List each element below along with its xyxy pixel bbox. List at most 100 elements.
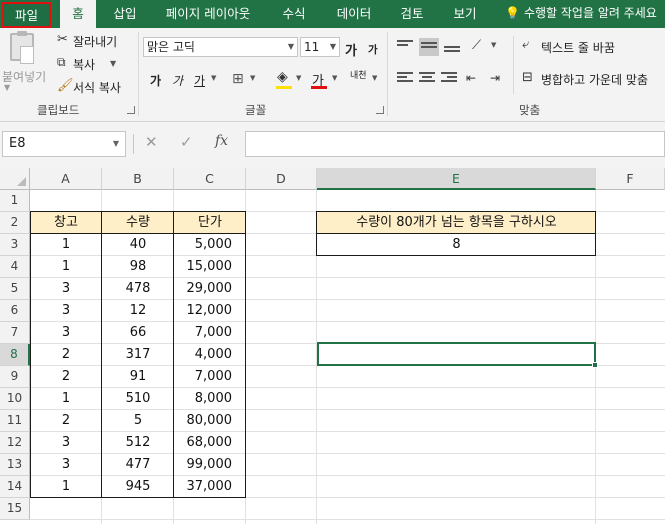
table-cell[interactable]: 1	[30, 234, 102, 256]
table-cell[interactable]: 3	[30, 322, 102, 344]
table-cell[interactable]: 2	[30, 410, 102, 432]
align-bottom-icon[interactable]	[444, 42, 460, 54]
tab-data[interactable]: 데이터	[326, 0, 382, 28]
table-cell[interactable]: 40	[102, 234, 174, 256]
phonetic-dropdown-icon[interactable]: ▼	[372, 75, 377, 82]
table-cell[interactable]: 7,000	[174, 322, 246, 344]
row-header-6[interactable]: 6	[0, 300, 30, 322]
bold-button[interactable]: 가	[150, 72, 161, 89]
italic-button[interactable]: 가	[172, 72, 183, 89]
worksheet-grid[interactable]: A B C D E F 1 2 3 4 5 6 7 8 9 10 11 12 1…	[0, 168, 665, 524]
table-cell[interactable]: 99,000	[174, 454, 246, 476]
clipboard-launcher-icon[interactable]	[127, 106, 135, 114]
table-cell[interactable]: 1	[30, 476, 102, 498]
table-cell[interactable]: 4,000	[174, 344, 246, 366]
table-cell[interactable]: 317	[102, 344, 174, 366]
enter-check-icon[interactable]: ✓	[180, 133, 193, 151]
paste-dropdown-icon[interactable]: ▼	[4, 84, 10, 92]
row-header-9[interactable]: 9	[0, 366, 30, 388]
cut-button[interactable]: 잘라내기	[73, 33, 117, 50]
row-header-15[interactable]: 15	[0, 498, 30, 520]
table-cell[interactable]: 3	[30, 278, 102, 300]
table-cell[interactable]: 5,000	[174, 234, 246, 256]
table-cell[interactable]: 80,000	[174, 410, 246, 432]
table-cell[interactable]: 3	[30, 300, 102, 322]
row-header-3[interactable]: 3	[0, 234, 30, 256]
shrink-font-button[interactable]: 가	[368, 42, 378, 57]
table-cell[interactable]: 12	[102, 300, 174, 322]
table-cell[interactable]: 478	[102, 278, 174, 300]
table-cell[interactable]: 68,000	[174, 432, 246, 454]
answer-cell[interactable]: 8	[317, 234, 596, 256]
table-cell[interactable]: 91	[102, 366, 174, 388]
orientation-icon[interactable]: ⟋	[472, 39, 481, 52]
tab-home[interactable]: 홈	[60, 0, 96, 28]
format-painter-button[interactable]: 서식 복사	[73, 79, 121, 96]
table-cell[interactable]: 66	[102, 322, 174, 344]
orientation-dropdown-icon[interactable]: ▼	[491, 42, 496, 49]
table-header-warehouse[interactable]: 창고	[30, 212, 102, 234]
copy-button[interactable]: 복사	[73, 56, 95, 73]
tab-insert[interactable]: 삽입	[104, 0, 146, 28]
table-cell[interactable]: 98	[102, 256, 174, 278]
wrap-text-button[interactable]: 텍스트 줄 바꿈	[541, 39, 615, 56]
grow-font-button[interactable]: 가	[345, 40, 357, 59]
underline-dropdown-icon[interactable]: ▼	[211, 75, 216, 82]
question-cell[interactable]: 수량이 80개가 넘는 항목을 구하시오	[317, 212, 596, 234]
select-all-button[interactable]	[0, 168, 30, 190]
row-header-7[interactable]: 7	[0, 322, 30, 344]
tab-file[interactable]: 파일	[2, 2, 51, 28]
increase-indent-icon[interactable]: ⇥	[490, 72, 500, 84]
borders-dropdown-icon[interactable]: ▼	[250, 75, 255, 82]
table-cell[interactable]: 3	[30, 432, 102, 454]
table-cell[interactable]: 15,000	[174, 256, 246, 278]
tell-me-box[interactable]: 💡 수행할 작업을 알려 주세요	[505, 0, 657, 28]
table-cell[interactable]: 8,000	[174, 388, 246, 410]
tab-formulas[interactable]: 수식	[272, 0, 316, 28]
table-cell[interactable]: 3	[30, 454, 102, 476]
table-cell[interactable]: 5	[102, 410, 174, 432]
phonetic-button[interactable]: 내천	[350, 71, 368, 81]
tab-review[interactable]: 검토	[390, 0, 434, 28]
font-name-combo[interactable]: 맑은 고딕 ▼	[143, 37, 298, 57]
row-header-10[interactable]: 10	[0, 388, 30, 410]
row-header-1[interactable]: 1	[0, 190, 30, 212]
cancel-icon[interactable]: ✕	[145, 133, 158, 151]
borders-icon[interactable]: ⊞	[232, 72, 244, 86]
table-cell[interactable]: 945	[102, 476, 174, 498]
column-header-b[interactable]: B	[102, 168, 174, 190]
align-center-icon[interactable]	[419, 72, 435, 84]
decrease-indent-icon[interactable]: ⇤	[466, 72, 476, 84]
font-color-dropdown-icon[interactable]: ▼	[332, 75, 337, 82]
row-header-8[interactable]: 8	[0, 344, 30, 366]
row-header-12[interactable]: 12	[0, 432, 30, 454]
row-header-11[interactable]: 11	[0, 410, 30, 432]
table-cell[interactable]: 7,000	[174, 366, 246, 388]
column-header-f[interactable]: F	[596, 168, 665, 190]
table-cell[interactable]: 2	[30, 344, 102, 366]
column-header-c[interactable]: C	[174, 168, 246, 190]
font-size-combo[interactable]: 11 ▼	[300, 37, 340, 57]
table-header-unit-price[interactable]: 단가	[174, 212, 246, 234]
table-cell[interactable]: 1	[30, 256, 102, 278]
align-top-icon[interactable]	[397, 40, 413, 52]
selected-cell-e8[interactable]	[317, 342, 596, 366]
row-header-13[interactable]: 13	[0, 454, 30, 476]
tab-view[interactable]: 보기	[443, 0, 487, 28]
table-cell[interactable]: 37,000	[174, 476, 246, 498]
underline-button[interactable]: 가	[194, 72, 205, 89]
formula-input[interactable]	[245, 131, 665, 157]
tab-page-layout[interactable]: 페이지 레이아웃	[153, 0, 263, 28]
column-header-e[interactable]: E	[317, 168, 596, 190]
insert-function-icon[interactable]: fx	[215, 133, 228, 149]
fill-color-icon[interactable]: ◈	[277, 70, 288, 84]
fill-dropdown-icon[interactable]: ▼	[296, 75, 301, 82]
merge-center-button[interactable]: 병합하고 가운데 맞춤	[541, 71, 648, 88]
table-cell[interactable]: 29,000	[174, 278, 246, 300]
table-header-quantity[interactable]: 수량	[102, 212, 174, 234]
font-launcher-icon[interactable]	[376, 106, 384, 114]
row-header-14[interactable]: 14	[0, 476, 30, 498]
table-cell[interactable]: 1	[30, 388, 102, 410]
align-middle-icon[interactable]	[419, 38, 439, 56]
fill-handle[interactable]	[592, 362, 598, 368]
